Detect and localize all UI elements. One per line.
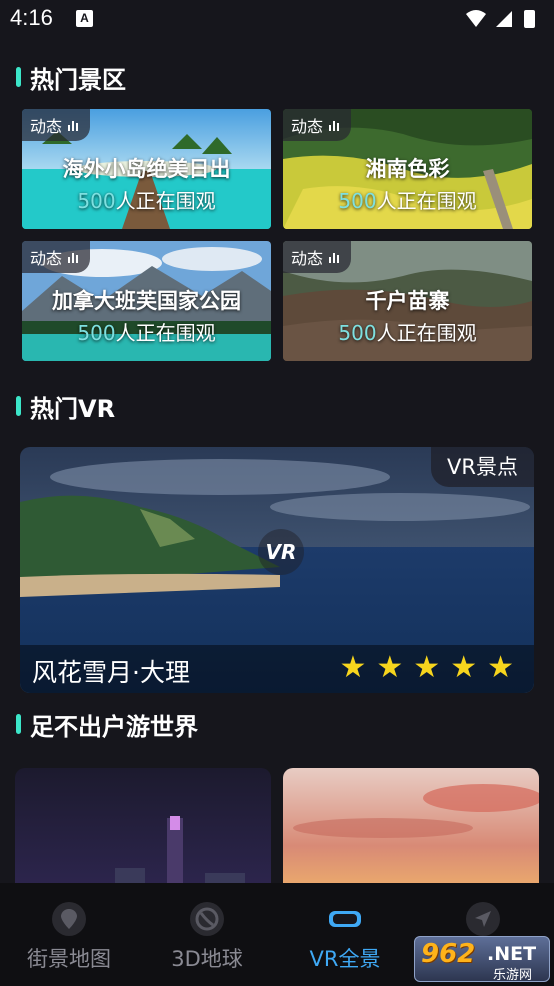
world-image	[15, 768, 271, 898]
section-hot-vr: 热门VR	[16, 389, 115, 423]
watermark-suffix: .NET	[487, 943, 537, 965]
nav-item-street-map[interactable]: 街景地图	[0, 883, 138, 986]
status-icons	[466, 10, 535, 28]
bars-icon	[68, 119, 80, 131]
dynamic-badge: 动态	[22, 241, 91, 273]
nav-label: 街景地图	[27, 947, 111, 971]
scenic-card-banff[interactable]: 动态 加拿大班芙国家公园 500人正在围观	[22, 241, 271, 361]
battery-icon	[524, 10, 535, 28]
vr-scenic-tag: VR景点	[431, 447, 534, 487]
scenic-name: 加拿大班芙国家公园	[52, 289, 241, 313]
vr-logo-icon[interactable]: VR	[258, 529, 304, 575]
scenic-viewers: 500人正在围观	[338, 189, 477, 213]
scenic-name: 湘南色彩	[365, 157, 450, 181]
nav-item-vr-panorama[interactable]: VR全景	[276, 883, 414, 986]
status-bar: 4:16 A	[0, 0, 554, 40]
world-image	[283, 768, 539, 898]
scenic-name: 千户苗寨	[365, 289, 450, 313]
bars-icon	[68, 251, 80, 263]
section-title: 足不出户游世界	[30, 712, 198, 741]
watermark-brand: 962	[421, 939, 476, 969]
scenic-name: 海外小岛绝美日出	[62, 157, 231, 181]
scenic-card-island[interactable]: 动态 海外小岛绝美日出 500人正在围观	[22, 109, 271, 229]
signal-icon	[496, 11, 512, 27]
star-icon: ★	[413, 650, 441, 685]
scenic-card-miao-village[interactable]: 动态 千户苗寨 500人正在围观	[283, 241, 532, 361]
navigation-icon	[466, 902, 500, 936]
scenic-card-xiangnan[interactable]: 动态 湘南色彩 500人正在围观	[283, 109, 532, 229]
section-title: 热门景区	[30, 65, 126, 94]
rating-stars: ★ ★ ★ ★ ★	[339, 653, 514, 683]
scenic-viewers: 500人正在围观	[338, 321, 477, 345]
watermark-sub: 乐游网	[493, 968, 533, 983]
star-icon: ★	[376, 650, 404, 685]
star-icon: ★	[339, 650, 367, 685]
vr-goggles-icon	[329, 911, 361, 927]
nav-label: 3D地球	[171, 947, 243, 971]
vr-info-bar: 风花雪月·大理 ★ ★ ★ ★ ★	[20, 645, 534, 693]
star-icon: ★	[450, 650, 478, 685]
vr-card-dali[interactable]: VR景点 VR 风花雪月·大理 ★ ★ ★ ★ ★	[20, 447, 534, 693]
watermark-logo: 962 .NET 乐游网	[414, 936, 550, 983]
scenic-viewers: 500人正在围观	[77, 189, 216, 213]
dynamic-badge: 动态	[22, 109, 91, 141]
dynamic-badge: 动态	[283, 241, 352, 273]
nav-item-3d-globe[interactable]: 3D地球	[138, 883, 276, 986]
wifi-icon	[466, 10, 486, 27]
vr-scenic-name: 风花雪月·大理	[32, 658, 190, 687]
section-world: 足不出户游世界	[16, 707, 198, 741]
bars-icon	[329, 119, 341, 131]
star-icon: ★	[487, 650, 514, 685]
notification-icon: A	[76, 10, 93, 27]
nav-label: VR全景	[309, 947, 381, 971]
globe-icon	[190, 902, 224, 936]
world-card-city-night[interactable]	[15, 768, 271, 898]
world-card-sunset[interactable]	[283, 768, 539, 898]
scenic-viewers: 500人正在围观	[77, 321, 216, 345]
dynamic-badge: 动态	[283, 109, 352, 141]
section-hot-scenic: 热门景区	[16, 60, 126, 94]
status-time: 4:16	[10, 5, 53, 30]
map-pin-icon	[52, 902, 86, 936]
section-title: 热门VR	[30, 394, 116, 423]
bars-icon	[329, 251, 341, 263]
